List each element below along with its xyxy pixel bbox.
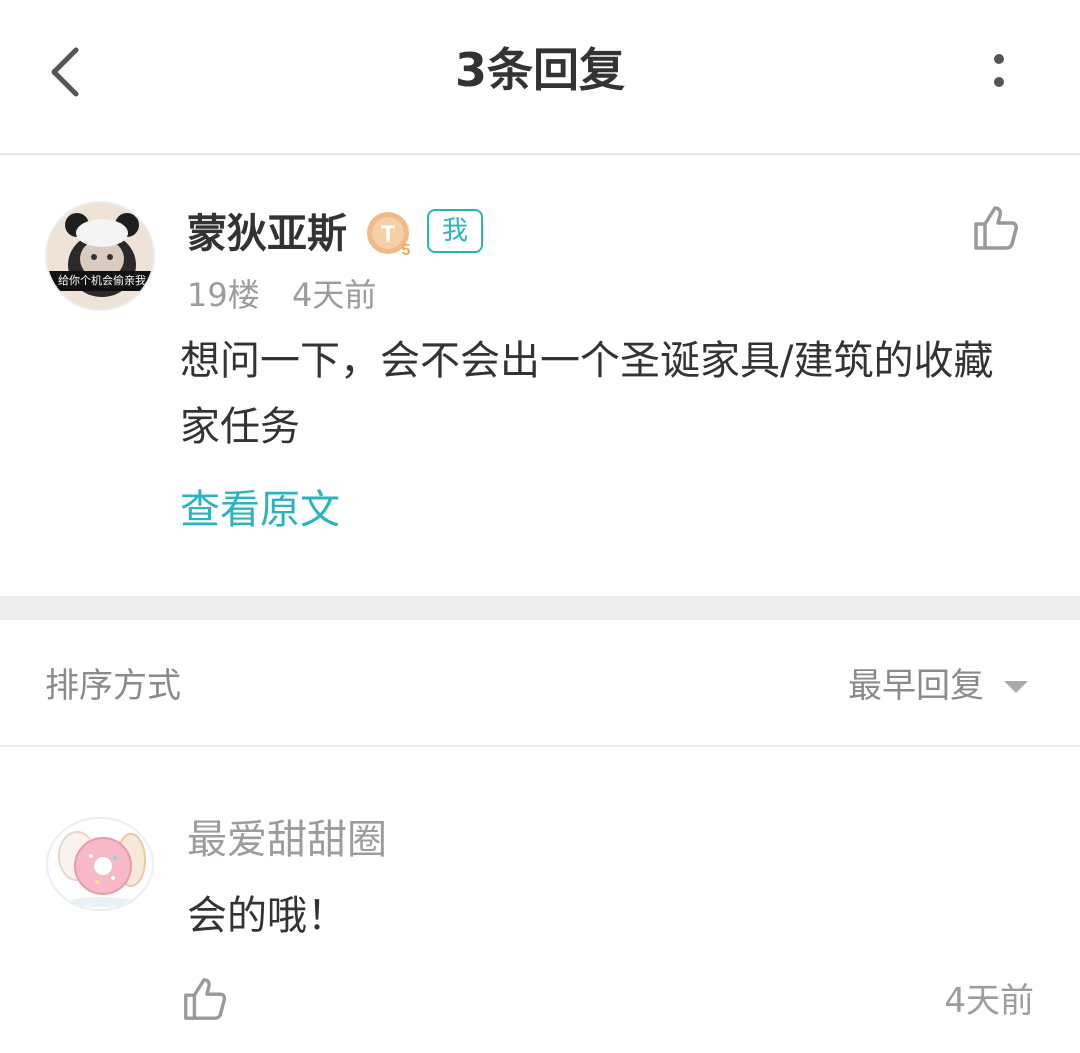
thumbs-up-icon <box>974 206 1018 250</box>
page-title: 3条回复 <box>454 43 625 97</box>
me-tag: 我 <box>427 209 483 253</box>
reply-author-name[interactable]: 最爱甜甜圈 <box>187 812 387 868</box>
author-name[interactable]: 蒙狄亚斯 <box>187 206 347 262</box>
view-original-link[interactable]: 查看原文 <box>180 480 340 540</box>
more-vertical-icon-dot <box>994 77 1004 87</box>
sort-label: 排序方式 <box>45 666 181 706</box>
header-divider <box>0 153 1080 155</box>
reply-content: 会的哦！ <box>187 893 347 939</box>
post-content: 想问一下，会不会出一个圣诞家具/建筑的收藏家任务 <box>180 338 994 450</box>
reply-time: 4天前 <box>944 981 1034 1021</box>
svg-text:T: T <box>381 221 396 248</box>
thumbs-up-icon <box>184 978 227 1020</box>
donut-avatar-image <box>46 817 154 911</box>
author-avatar[interactable]: 给你个机会偷亲我 <box>45 201 155 311</box>
post-time: 4天前 <box>292 276 377 314</box>
post-floor: 19楼 <box>187 276 260 314</box>
level-badge-icon: T 5 <box>367 212 411 259</box>
svg-text:5: 5 <box>402 242 411 257</box>
more-options-button[interactable] <box>970 42 1030 102</box>
sort-value: 最早回复 <box>848 666 984 706</box>
panda-cat-avatar-image <box>47 203 153 309</box>
more-vertical-icon <box>994 54 1004 64</box>
level-badge: T 5 <box>366 209 414 259</box>
section-separator <box>0 596 1080 620</box>
sort-dropdown[interactable]: 最早回复 <box>848 662 1038 710</box>
reply-author-avatar[interactable] <box>45 816 155 912</box>
sort-divider <box>0 745 1080 747</box>
header-bar: 3条回复 <box>0 0 1080 153</box>
caret-down-icon <box>1004 681 1028 693</box>
post-like-button[interactable] <box>970 202 1022 254</box>
reply-like-button[interactable] <box>180 974 230 1024</box>
avatar-caption: 给你个机会偷亲我 <box>58 274 146 287</box>
